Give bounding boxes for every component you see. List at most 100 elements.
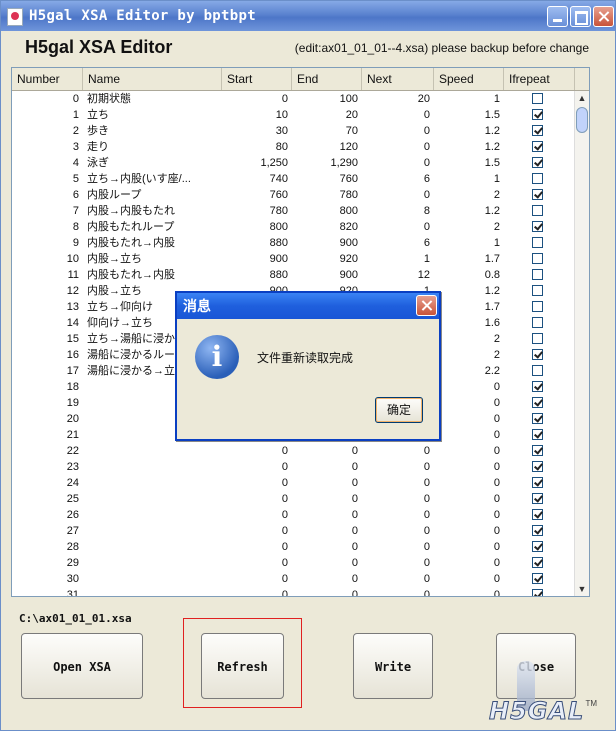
column-header-ifrepeat[interactable]: Ifrepeat [504,68,575,90]
dialog-close-button[interactable] [416,295,437,316]
cell-speed[interactable]: 0 [434,587,504,596]
cell-next[interactable]: 12 [362,267,434,283]
cell-name[interactable]: 内股もたれ→内股 [83,267,222,283]
cell-name[interactable]: 立ち→内股(いす座/... [83,171,222,187]
cell-next[interactable]: 0 [362,555,434,571]
cell-number[interactable]: 11 [12,267,83,283]
cell-end[interactable]: 800 [292,203,362,219]
cell-number[interactable]: 27 [12,523,83,539]
ifrepeat-checkbox[interactable] [532,557,543,568]
column-header-start[interactable]: Start [222,68,292,90]
ifrepeat-checkbox[interactable] [532,125,543,136]
cell-name[interactable]: 内股→立ち [83,251,222,267]
cell-name[interactable] [83,555,222,571]
cell-next[interactable]: 8 [362,203,434,219]
table-row[interactable]: 9 内股もたれ→内股 880 900 6 1 [12,235,575,251]
cell-name[interactable] [83,491,222,507]
cell-start[interactable]: 0 [222,91,292,107]
cell-name[interactable] [83,507,222,523]
ifrepeat-checkbox[interactable] [532,589,543,596]
cell-next[interactable]: 0 [362,139,434,155]
cell-speed[interactable]: 0 [434,507,504,523]
cell-start[interactable]: 880 [222,235,292,251]
cell-end[interactable]: 760 [292,171,362,187]
cell-start[interactable]: 0 [222,571,292,587]
ifrepeat-checkbox[interactable] [532,221,543,232]
scroll-thumb[interactable] [576,107,588,133]
cell-next[interactable]: 0 [362,475,434,491]
cell-speed[interactable]: 2 [434,219,504,235]
cell-end[interactable]: 0 [292,539,362,555]
ifrepeat-checkbox[interactable] [532,109,543,120]
cell-next[interactable]: 6 [362,235,434,251]
cell-end[interactable]: 780 [292,187,362,203]
cell-number[interactable]: 24 [12,475,83,491]
cell-start[interactable]: 0 [222,475,292,491]
cell-next[interactable]: 0 [362,571,434,587]
ifrepeat-checkbox[interactable] [532,349,543,360]
cell-name[interactable]: 内股ループ [83,187,222,203]
cell-name[interactable]: 初期状態 [83,91,222,107]
table-row[interactable]: 0 初期状態 0 100 20 1 [12,91,575,107]
ifrepeat-checkbox[interactable] [532,413,543,424]
cell-next[interactable]: 0 [362,539,434,555]
cell-name[interactable] [83,459,222,475]
cell-speed[interactable]: 1.7 [434,251,504,267]
ifrepeat-checkbox[interactable] [532,253,543,264]
cell-number[interactable]: 28 [12,539,83,555]
cell-speed[interactable]: 0 [434,475,504,491]
cell-end[interactable]: 0 [292,571,362,587]
cell-next[interactable]: 1 [362,251,434,267]
cell-start[interactable]: 780 [222,203,292,219]
cell-end[interactable]: 920 [292,251,362,267]
table-row[interactable]: 1 立ち 10 20 0 1.5 [12,107,575,123]
cell-number[interactable]: 16 [12,347,83,363]
cell-start[interactable]: 880 [222,267,292,283]
table-row[interactable]: 31 0 0 0 0 [12,587,575,596]
cell-name[interactable]: 内股もたれループ [83,219,222,235]
cell-end[interactable]: 0 [292,459,362,475]
cell-number[interactable]: 2 [12,123,83,139]
cell-number[interactable]: 12 [12,283,83,299]
cell-end[interactable]: 0 [292,443,362,459]
cell-next[interactable]: 0 [362,523,434,539]
cell-next[interactable]: 0 [362,587,434,596]
cell-end[interactable]: 0 [292,491,362,507]
cell-end[interactable]: 70 [292,123,362,139]
cell-start[interactable]: 30 [222,123,292,139]
cell-number[interactable]: 15 [12,331,83,347]
cell-number[interactable]: 13 [12,299,83,315]
cell-speed[interactable]: 0 [434,459,504,475]
cell-next[interactable]: 0 [362,443,434,459]
cell-name[interactable]: 立ち [83,107,222,123]
scroll-down-arrow-icon[interactable]: ▼ [575,582,589,596]
cell-number[interactable]: 21 [12,427,83,443]
cell-speed[interactable]: 1.5 [434,155,504,171]
table-row[interactable]: 4 泳ぎ 1,250 1,290 0 1.5 [12,155,575,171]
cell-start[interactable]: 740 [222,171,292,187]
cell-speed[interactable]: 0 [434,395,504,411]
table-row[interactable]: 29 0 0 0 0 [12,555,575,571]
cell-speed[interactable]: 1 [434,171,504,187]
column-header-end[interactable]: End [292,68,362,90]
cell-speed[interactable]: 1.6 [434,315,504,331]
table-row[interactable]: 22 0 0 0 0 [12,443,575,459]
cell-start[interactable]: 800 [222,219,292,235]
cell-name[interactable] [83,587,222,596]
ifrepeat-checkbox[interactable] [532,205,543,216]
cell-next[interactable]: 6 [362,171,434,187]
cell-speed[interactable]: 0 [434,555,504,571]
cell-next[interactable]: 0 [362,155,434,171]
ifrepeat-checkbox[interactable] [532,381,543,392]
cell-number[interactable]: 25 [12,491,83,507]
cell-start[interactable]: 900 [222,251,292,267]
cell-start[interactable]: 0 [222,555,292,571]
window-close-button[interactable] [593,6,614,27]
cell-number[interactable]: 10 [12,251,83,267]
cell-speed[interactable]: 0 [434,379,504,395]
cell-speed[interactable]: 0 [434,523,504,539]
cell-speed[interactable]: 0 [434,571,504,587]
cell-end[interactable]: 0 [292,555,362,571]
cell-speed[interactable]: 1.5 [434,107,504,123]
maximize-button[interactable] [570,6,591,27]
